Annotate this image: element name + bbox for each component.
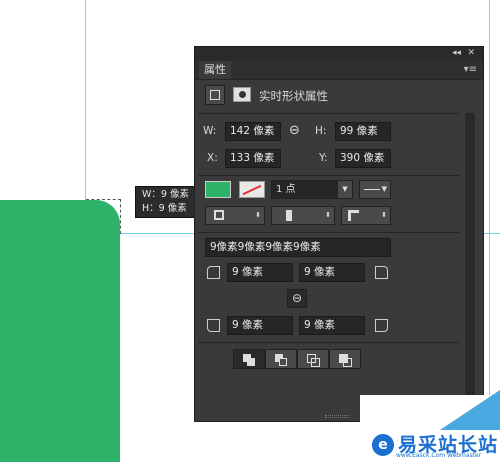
link-radius-button[interactable]: ⊖ xyxy=(287,289,307,308)
mask-icon[interactable] xyxy=(233,87,251,102)
h-label: H: xyxy=(315,125,327,137)
stroke-corners-dropdown[interactable]: ⬍ xyxy=(341,206,391,225)
intersect-shapes-button[interactable] xyxy=(297,349,329,369)
shape-transform-icon[interactable] xyxy=(205,85,225,105)
watermark-url: www.Easck.Com Webmaster xyxy=(396,452,482,459)
size-tooltip: W：9 像素 H：9 像素 xyxy=(135,186,197,218)
exclude-overlap-button[interactable] xyxy=(329,349,361,369)
radius-top-right-field[interactable]: 9 像素 xyxy=(299,263,365,282)
panel-tab-bar: 属性 ▾≡ xyxy=(195,61,483,80)
divider xyxy=(198,175,460,176)
panel-menu-icon[interactable]: ▾≡ xyxy=(464,65,477,75)
x-label: X: xyxy=(207,152,218,164)
chevron-updown-icon: ⬍ xyxy=(255,211,261,219)
height-field[interactable]: 99 像素 xyxy=(335,122,391,141)
stroke-size-dropdown[interactable]: 1 点 ▼ xyxy=(271,180,353,199)
chevron-down-icon: ▼ xyxy=(338,181,352,198)
close-icon[interactable]: ✕ xyxy=(467,48,475,58)
radius-top-left-field[interactable]: 9 像素 xyxy=(227,263,293,282)
stroke-size-value: 1 点 xyxy=(276,184,296,195)
subtract-shape-button[interactable] xyxy=(265,349,297,369)
radius-all-field[interactable]: 9像素9像素9像素9像素 xyxy=(205,238,391,257)
radius-bottom-left-field[interactable]: 9 像素 xyxy=(227,316,293,335)
bottom-left-corner-icon xyxy=(207,319,220,332)
panel-scrollbar[interactable] xyxy=(465,113,475,413)
divider xyxy=(198,342,460,343)
w-label: W: xyxy=(203,125,217,137)
tab-properties[interactable]: 属性 xyxy=(199,61,231,79)
tooltip-height: H：9 像素 xyxy=(142,203,187,214)
section-title: 实时形状属性 xyxy=(259,89,328,103)
chevron-down-icon: ▼ xyxy=(381,185,387,193)
corner-selection-marquee xyxy=(86,199,121,234)
stroke-caps-dropdown[interactable]: ⬍ xyxy=(271,206,335,225)
width-field[interactable]: 142 像素 xyxy=(225,122,281,141)
radius-bottom-right-field[interactable]: 9 像素 xyxy=(299,316,365,335)
stroke-type-dropdown[interactable]: ▼ xyxy=(359,180,391,199)
y-field[interactable]: 390 像素 xyxy=(335,149,391,168)
chevron-updown-icon: ⬍ xyxy=(325,211,331,219)
panel-title-bar: ◂◂ ✕ xyxy=(195,47,483,61)
resize-grip[interactable] xyxy=(325,415,349,418)
properties-panel: ◂◂ ✕ 属性 ▾≡ 实时形状属性 W: 142 像素 ⊖ H: 99 像素 X… xyxy=(194,46,484,422)
watermark-logo: e xyxy=(372,434,394,456)
top-left-corner-icon xyxy=(207,266,220,279)
collapse-icon[interactable]: ◂◂ xyxy=(452,48,461,58)
divider xyxy=(198,232,460,233)
fill-color-swatch[interactable] xyxy=(205,181,231,198)
green-rounded-shape[interactable] xyxy=(0,200,120,462)
chevron-updown-icon: ⬍ xyxy=(381,211,387,219)
stroke-color-swatch[interactable] xyxy=(239,181,265,198)
top-right-corner-icon xyxy=(375,266,388,279)
divider xyxy=(198,113,460,114)
tooltip-width: W：9 像素 xyxy=(142,189,189,200)
combine-shapes-button[interactable] xyxy=(233,349,265,369)
guide-vertical-right xyxy=(489,0,490,462)
x-field[interactable]: 133 像素 xyxy=(225,149,281,168)
bottom-right-corner-icon xyxy=(375,319,388,332)
link-dimensions-icon[interactable]: ⊖ xyxy=(289,123,300,138)
stroke-align-dropdown[interactable]: ⬍ xyxy=(205,206,265,225)
y-label: Y: xyxy=(319,152,328,164)
